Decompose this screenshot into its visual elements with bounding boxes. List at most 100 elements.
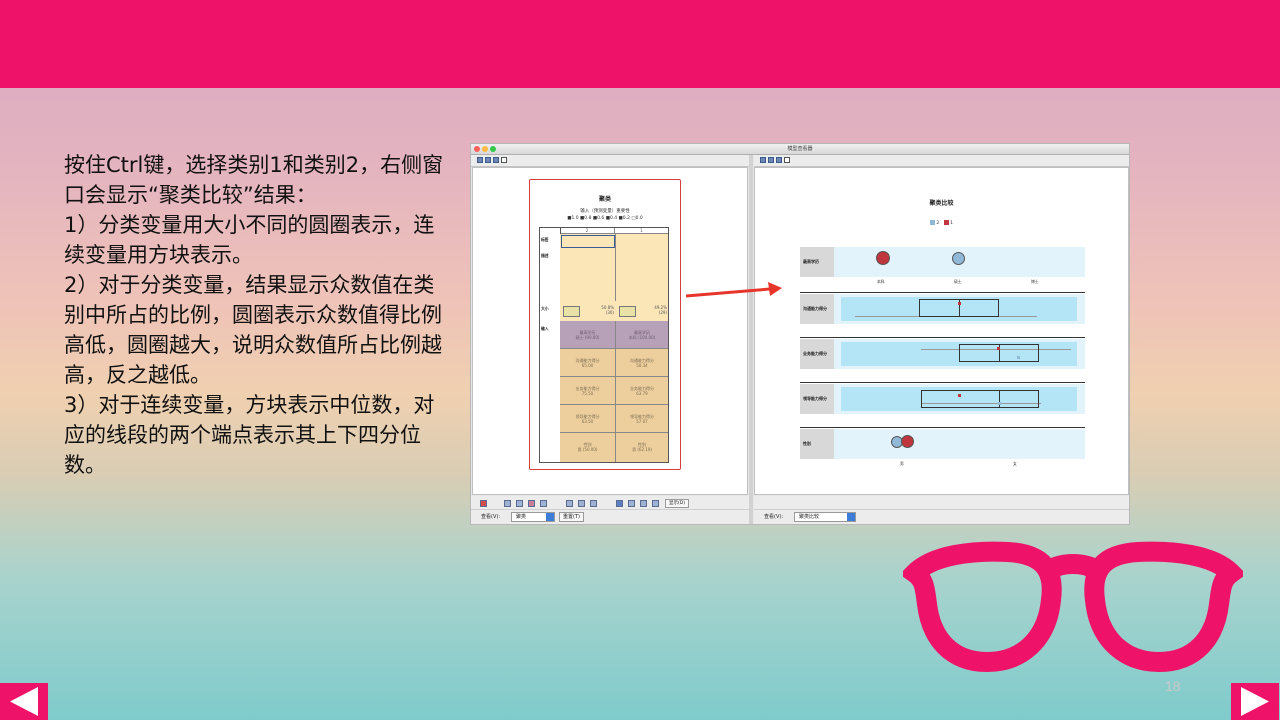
cluster-view-pane: 聚类 输入（预测变量）重要性 ■1.0 ■0.8 ■0.6 ■0.4 ■0.2 … (472, 167, 748, 495)
row-divider (800, 382, 1085, 383)
input-cell-communication-2[interactable]: 沟通能力得分 65.00 (560, 349, 615, 377)
glasses-icon (903, 541, 1243, 673)
tag-input-cell[interactable] (561, 235, 615, 248)
view-select[interactable]: 聚类 (511, 512, 555, 522)
paragraph-point-1: 1）分类变量用大小不同的圆圈表示，连续变量用方块表示。 (64, 213, 435, 267)
education-tick-doctor: 博士 (1031, 279, 1039, 284)
chevron-down-icon (546, 513, 554, 521)
row-label-size: 大小 (541, 306, 549, 311)
gender-circle-cluster-1 (901, 435, 914, 448)
page-number: 18 (1165, 678, 1181, 694)
row-divider (800, 337, 1085, 338)
copy-icon[interactable] (477, 157, 483, 163)
comparison-legend: 2 1 (755, 220, 1128, 226)
input-cell-education-2[interactable]: 最高学历 硕士 (90.00) (560, 321, 615, 349)
view-select-value: 聚类比较 (799, 514, 820, 520)
copy-data-icon[interactable] (768, 157, 774, 163)
importance-subtitle: 输入（预测变量）重要性 (580, 209, 630, 214)
business-median-marker-2 (1017, 356, 1020, 359)
slide-body-text: 按住Ctrl键，选择类别1和类别2，右侧窗口会显示“聚类比较”结果： 1）分类变… (64, 150, 444, 480)
sort-icon[interactable] (501, 157, 507, 163)
size-cell-1: 49.2% (29) (654, 305, 667, 315)
cluster-title: 聚类 (598, 196, 611, 203)
leadership-median-marker (958, 394, 961, 397)
gender-tick-female: 女 (1013, 461, 1017, 466)
print-icon[interactable] (493, 157, 499, 163)
show-button[interactable]: 显示(D) (665, 499, 689, 508)
view-label: 查看(V): (764, 514, 784, 520)
chevron-down-icon (847, 513, 855, 521)
export-icon[interactable] (652, 500, 659, 507)
input-cell-gender-2[interactable]: 性别 男 (50.00) (560, 433, 615, 462)
cell-format-icon[interactable] (590, 500, 597, 507)
legend-swatch-1 (943, 220, 949, 225)
left-status-bar: 查看(V): 聚类 重置(T) (471, 509, 749, 524)
leadership-box (921, 390, 1039, 408)
view-select[interactable]: 聚类比较 (794, 512, 856, 522)
communication-median-marker (958, 302, 961, 305)
input-cell-education-1[interactable]: 最高学历 本科 (100.00) (616, 321, 668, 349)
next-slide-button[interactable] (1231, 683, 1279, 720)
cluster-grid: 2 1 标签 描述 大小 输入 50.8% (30) 49.2% (29) 最高… (539, 227, 669, 463)
transpose-icon[interactable] (528, 500, 535, 507)
education-tick-master: 硕士 (954, 279, 962, 284)
legend-label-1: 1 (950, 221, 954, 226)
row-gender-band (800, 429, 1085, 459)
window-titlebar: 模型查看器 (471, 144, 1129, 155)
row-gender-label: 性别 (800, 429, 834, 459)
input-cell-business-2[interactable]: 业务能力得分 75.50 (560, 377, 615, 405)
chart-icon[interactable] (628, 500, 635, 507)
row-label-description: 描述 (541, 253, 549, 258)
row-label-tag: 标签 (541, 237, 549, 242)
row-divider (800, 427, 1085, 428)
table-view-icon[interactable] (504, 500, 511, 507)
window-title: 模型查看器 (787, 146, 813, 152)
row-education-band (800, 247, 1085, 277)
leadership-median-marker-2 (998, 402, 1001, 405)
education-tick-bachelor: 本科 (877, 279, 885, 284)
row-leadership-label: 领导能力得分 (800, 384, 834, 414)
left-toolbar (471, 155, 749, 167)
print-icon[interactable] (776, 157, 782, 163)
sort-cells-icon[interactable] (578, 500, 585, 507)
row-education-label: 最高学历 (800, 247, 834, 277)
copy-data-icon[interactable] (485, 157, 491, 163)
input-cell-leadership-1[interactable]: 领导能力得分 57.07 (616, 405, 668, 433)
education-circle-cluster-1 (876, 251, 890, 265)
business-median-marker (997, 347, 1000, 350)
grid-view-icon[interactable] (516, 500, 523, 507)
pane-divider[interactable] (749, 155, 753, 524)
right-toolbar (754, 155, 1129, 167)
input-cell-business-1[interactable]: 业务能力得分 63.79 (616, 377, 668, 405)
right-bottom-toolbar (754, 496, 1129, 510)
arrow-left-icon (10, 687, 38, 716)
sort-features-icon[interactable] (540, 500, 547, 507)
row-divider (800, 292, 1085, 293)
top-accent-band (0, 0, 1280, 88)
input-cell-communication-1[interactable]: 沟通能力得分 50.34 (616, 349, 668, 377)
row-communication-label: 沟通能力得分 (800, 294, 834, 324)
cluster-tool-icon[interactable] (480, 500, 487, 507)
input-cell-leadership-2[interactable]: 领导能力得分 63.50 (560, 405, 615, 433)
leadership-median-line (999, 390, 1000, 408)
row-label-inputs: 输入 (541, 326, 549, 331)
right-status-bar: 查看(V): 聚类比较 (754, 509, 1129, 524)
model-viewer-screenshot: 模型查看器 聚类 输入（预测变量）重要性 ■1.0 ■0.8 ■0.6 ■0.4… (470, 143, 1130, 525)
legend-swatch-2 (929, 220, 935, 225)
sort-clusters-icon[interactable] (566, 500, 573, 507)
display-icon[interactable] (616, 500, 623, 507)
legend-label-2: 2 (936, 221, 940, 226)
input-cell-gender-1[interactable]: 性别 男 (62.19) (616, 433, 668, 462)
paragraph-point-2: 2）对于分类变量，结果显示众数值在类别中所占的比例，圆圈表示众数值得比例高低，圆… (64, 273, 442, 387)
sort-icon[interactable] (784, 157, 790, 163)
view-select-value: 聚类 (516, 514, 527, 520)
previous-slide-button[interactable] (0, 683, 48, 720)
importance-legend: ■1.0 ■0.8 ■0.6 ■0.4 ■0.2 □0.0 (567, 216, 643, 221)
gender-tick-male: 男 (900, 461, 904, 466)
copy-icon[interactable] (760, 157, 766, 163)
red-arrow-icon (685, 282, 782, 298)
paragraph-point-3: 3）对于连续变量，方块表示中位数，对应的线段的两个端点表示其上下四分位数。 (64, 393, 435, 477)
reset-button[interactable]: 重置(T) (559, 512, 584, 522)
row-business-label: 业务能力得分 (800, 339, 834, 369)
image-icon[interactable] (640, 500, 647, 507)
